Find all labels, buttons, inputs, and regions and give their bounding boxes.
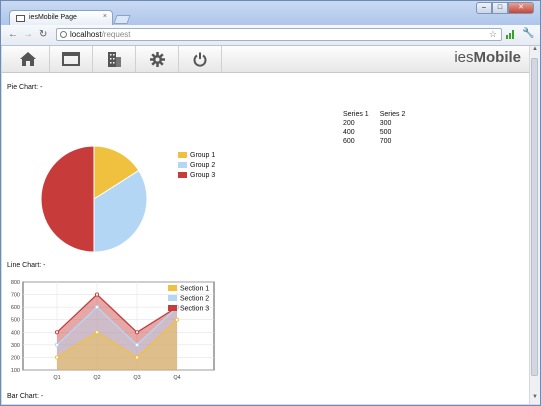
url-text: localhost/request (70, 30, 130, 39)
scrollbar-thumb[interactable] (531, 58, 538, 376)
back-arrow-icon[interactable]: ← (8, 29, 18, 40)
table-header: Series 1 (343, 111, 369, 118)
table-cell: 600 (343, 138, 355, 145)
power-button[interactable] (179, 46, 222, 72)
home-button[interactable] (7, 46, 50, 72)
data-point (54, 330, 60, 335)
close-tab-icon[interactable]: × (103, 13, 107, 20)
brand-suffix: Mobile (473, 49, 522, 66)
table-cell: 300 (379, 120, 392, 127)
data-point (134, 330, 140, 335)
table-cell: 500 (379, 129, 392, 136)
data-point (94, 292, 100, 297)
signal-icon[interactable] (506, 29, 516, 39)
data-point (54, 342, 60, 347)
legend-label: Group 2 (190, 161, 216, 169)
address-bar[interactable]: localhost/request ☆ (56, 28, 502, 41)
data-point (134, 355, 140, 360)
data-point (54, 355, 60, 360)
app-brand-logo: iesMobile (454, 49, 521, 66)
forward-arrow-icon[interactable]: → (23, 29, 33, 40)
pie-slice (40, 145, 95, 253)
area-chart: 100 200 300 400 500 600 700 800 Q1 Q2 Q3 Q4 Section … (11, 280, 215, 381)
data-point (94, 330, 100, 335)
wrench-icon[interactable]: 🔧 (522, 28, 534, 39)
window-button[interactable] (50, 46, 93, 72)
new-tab-button[interactable] (113, 15, 131, 24)
legend-swatch (178, 162, 187, 168)
legend-swatch (168, 295, 177, 301)
legend-label: Section 1 (180, 286, 209, 293)
building-icon (108, 51, 121, 67)
browser-toolbar: ← → ↻ localhost/request ☆ 🔧 (1, 25, 540, 46)
table-header-row: Series 1 Series 2 (343, 110, 416, 119)
power-icon (193, 52, 207, 67)
gear-icon (149, 51, 165, 67)
y-tick-label: 200 (11, 355, 20, 361)
brand-prefix: ies (454, 49, 474, 66)
close-window-button[interactable]: ✕ (508, 2, 534, 14)
table-cell: 400 (343, 129, 355, 136)
y-tick-label: 100 (11, 368, 20, 374)
x-tick-label: Q4 (173, 375, 180, 381)
maximize-button[interactable]: □ (492, 2, 508, 14)
scroll-up-arrow-icon[interactable]: ▲ (530, 46, 540, 56)
data-point (134, 342, 140, 347)
y-tick-label: 500 (11, 318, 20, 324)
table-row: 400 500 (343, 128, 416, 137)
tab-title: iesMobile Page (29, 14, 77, 21)
table-row: 600 700 (343, 137, 416, 146)
y-tick-label: 400 (11, 330, 20, 336)
table-cell: 200 (343, 120, 355, 127)
legend-swatch (168, 305, 177, 311)
table-row: 200 300 (343, 119, 416, 128)
page-icon (60, 31, 67, 38)
bookmark-star-icon[interactable]: ☆ (489, 29, 497, 40)
url-path: /request (101, 30, 131, 39)
legend-swatch (168, 285, 177, 291)
table-header: Series 2 (379, 111, 406, 118)
page-viewport: iesMobile Pie Chart: - Series 1 Series 2… (2, 46, 529, 404)
data-point (94, 305, 100, 310)
vertical-scrollbar[interactable]: ▲ ▼ (529, 46, 540, 404)
x-tick-label: Q3 (133, 375, 140, 381)
pie-chart (40, 145, 148, 253)
legend-label: Section 3 (180, 306, 209, 313)
y-tick-label: 600 (11, 305, 20, 311)
table-cell: 700 (379, 138, 392, 145)
legend-swatch (178, 152, 187, 158)
bar-chart-label: Bar Chart: - (7, 393, 44, 400)
y-tick-label: 700 (11, 293, 20, 299)
data-point (174, 317, 180, 322)
minimize-button[interactable]: – (476, 2, 492, 14)
browser-window: iesMobile Page × – □ ✕ ← → ↻ localhost/r… (0, 0, 541, 406)
legend-label: Section 2 (180, 296, 209, 303)
y-tick-label: 800 (11, 280, 20, 286)
line-chart-label: Line Chart: - (7, 262, 46, 269)
home-icon (20, 52, 36, 66)
title-bar: iesMobile Page × – □ ✕ (1, 1, 540, 25)
pie-legend: Group 1 Group 2 Group 3 (178, 150, 215, 180)
legend-label: Group 1 (190, 151, 216, 159)
page-favicon-icon (16, 15, 25, 22)
settings-button[interactable] (136, 46, 179, 72)
browser-tab[interactable]: iesMobile Page × (9, 10, 113, 25)
x-tick-label: Q2 (93, 375, 100, 381)
y-tick-label: 300 (11, 343, 20, 349)
app-header: iesMobile (2, 46, 529, 73)
legend-item: Group 3 (178, 170, 215, 180)
legend-label: Group 3 (190, 171, 216, 179)
reload-icon[interactable]: ↻ (39, 29, 47, 40)
window-icon (62, 52, 80, 66)
building-button[interactable] (93, 46, 136, 72)
pie-chart-label: Pie Chart: - (7, 84, 43, 91)
legend-swatch (178, 172, 187, 178)
scroll-down-arrow-icon[interactable]: ▼ (530, 394, 540, 404)
legend-item: Group 2 (178, 160, 215, 170)
url-host: localhost (70, 30, 102, 39)
x-tick-label: Q1 (53, 375, 60, 381)
series-table: Series 1 Series 2 200 300 400 500 600 70… (343, 110, 416, 146)
legend-item: Group 1 (178, 150, 215, 160)
